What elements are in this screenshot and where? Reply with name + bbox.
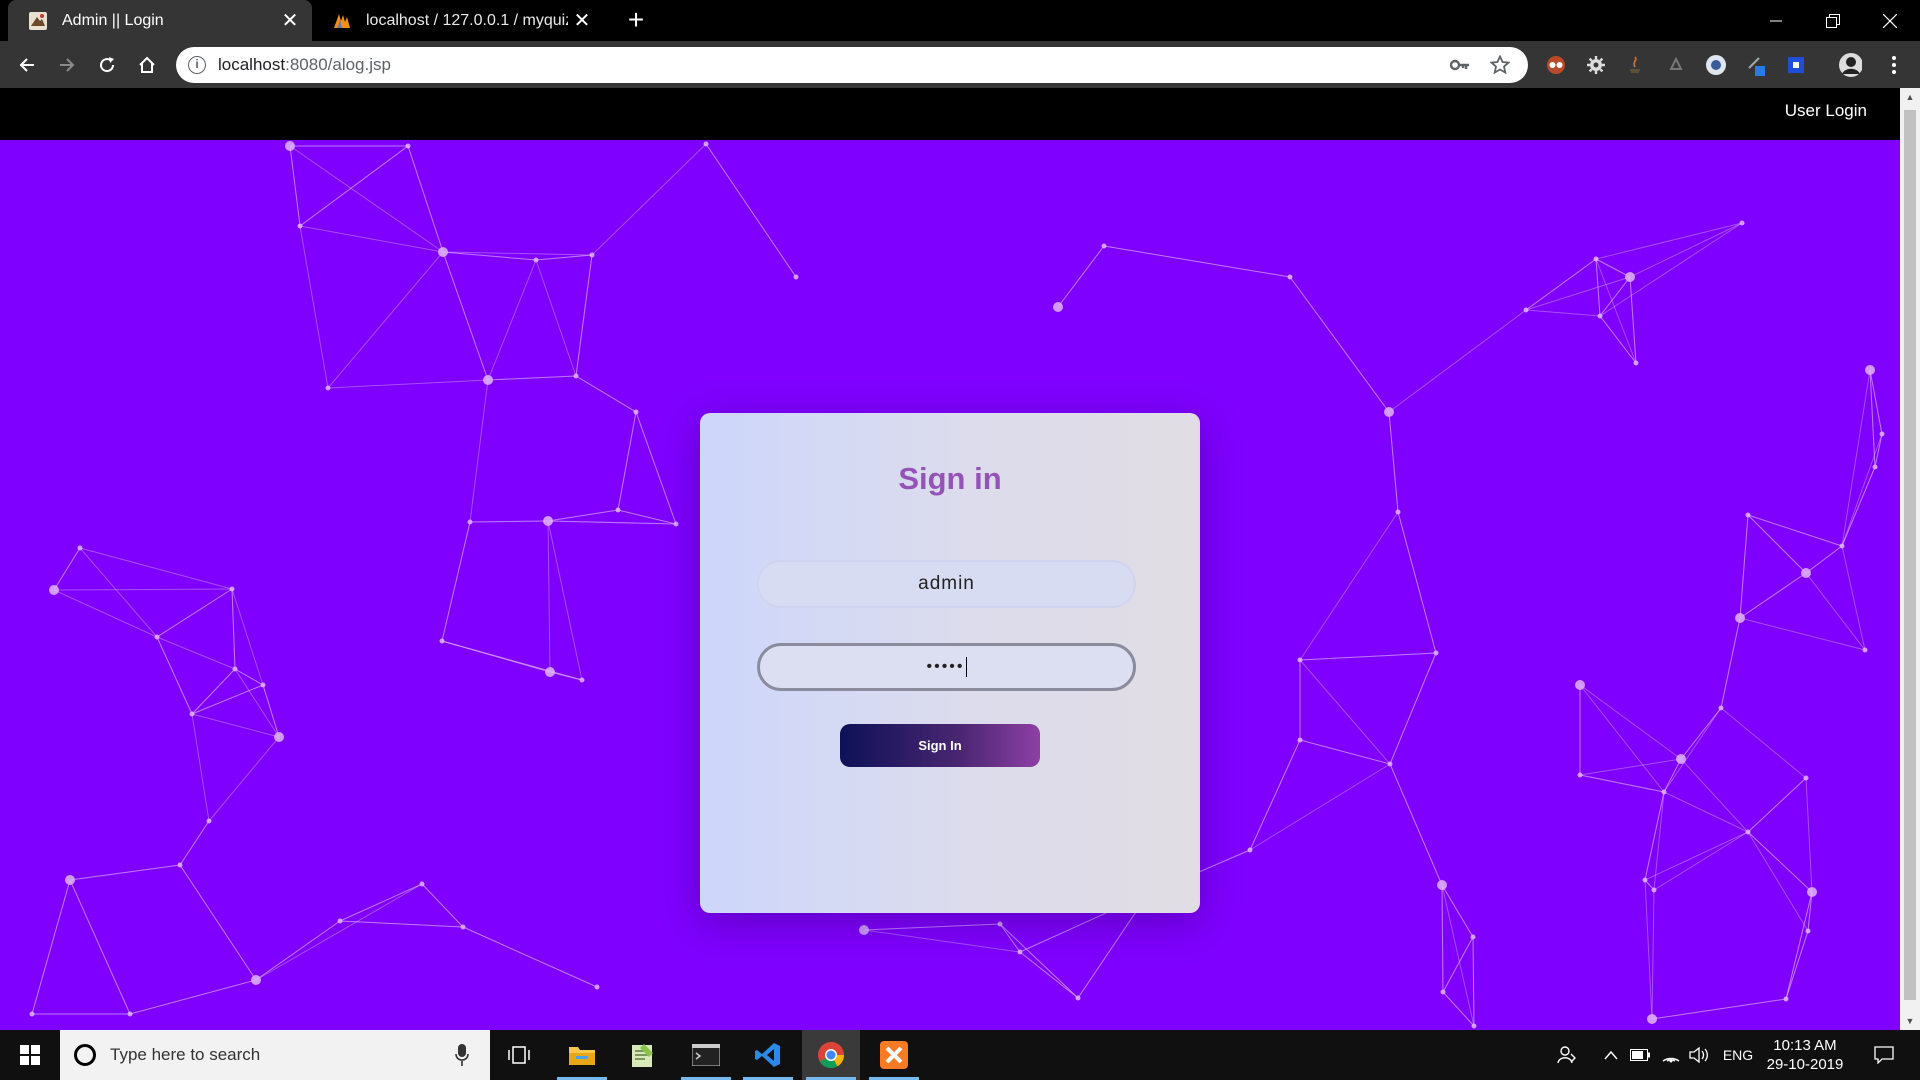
extension-glasses-icon[interactable] — [1544, 53, 1568, 77]
clock-date: 29-10-2019 — [1766, 1056, 1844, 1073]
key-icon[interactable] — [1448, 53, 1472, 77]
sign-in-button[interactable]: Sign In — [840, 724, 1040, 767]
volume-icon[interactable] — [1686, 1030, 1712, 1080]
xampp-icon[interactable] — [865, 1030, 923, 1080]
login-card: Sign in admin ••••• Sign In — [700, 413, 1200, 913]
windows-taskbar: Type here to search ENG 10:13 AM 29-10-2… — [0, 1030, 1920, 1080]
close-window-icon[interactable] — [1860, 0, 1920, 41]
scroll-down-arrow-icon[interactable]: ▼ — [1900, 1012, 1920, 1030]
text-caret — [965, 657, 967, 677]
file-explorer-icon[interactable] — [553, 1030, 611, 1080]
scroll-thumb[interactable] — [1904, 110, 1916, 1000]
browser-tab-strip: Admin || Login ✕ localhost / 127.0.0.1 /… — [0, 0, 1920, 41]
web-page: User Login Sign in admin ••••• Sign In — [0, 88, 1900, 1030]
battery-icon[interactable] — [1627, 1030, 1653, 1080]
password-input[interactable]: ••••• — [757, 643, 1136, 691]
address-bar[interactable]: i localhost:8080/alog.jsp — [176, 47, 1528, 83]
reload-icon[interactable] — [92, 50, 122, 80]
tab-phpmyadmin[interactable]: localhost / 127.0.0.1 / myquiz / u ✕ — [312, 0, 604, 41]
restore-icon[interactable] — [1803, 0, 1863, 41]
forward-icon[interactable] — [52, 50, 82, 80]
taskbar-search-box[interactable]: Type here to search — [60, 1030, 490, 1080]
cortana-icon — [74, 1044, 96, 1066]
terminal-icon[interactable] — [677, 1030, 735, 1080]
site-navbar: User Login — [0, 88, 1900, 140]
windows-start-icon[interactable] — [0, 1030, 60, 1080]
extension-recycle-icon[interactable] — [1664, 53, 1688, 77]
wifi-icon[interactable] — [1658, 1030, 1684, 1080]
browser-menu-icon[interactable] — [1882, 53, 1906, 77]
clock-time: 10:13 AM — [1773, 1037, 1837, 1054]
particle-background: Sign in admin ••••• Sign In — [0, 140, 1900, 1030]
language-indicator[interactable]: ENG — [1718, 1030, 1758, 1080]
show-hidden-icons-chevron-icon[interactable] — [1598, 1030, 1624, 1080]
tab-title: Admin || Login — [62, 11, 164, 29]
site-info-icon[interactable]: i — [188, 56, 206, 74]
phpmyadmin-favicon-icon — [334, 13, 350, 28]
password-dots: ••••• — [926, 658, 965, 675]
back-icon[interactable] — [12, 50, 42, 80]
microphone-icon[interactable] — [448, 1041, 476, 1069]
sign-in-title: Sign in — [898, 461, 1002, 496]
user-login-link[interactable]: User Login — [1785, 101, 1867, 121]
extension-gear-icon[interactable] — [1584, 53, 1608, 77]
scroll-up-arrow-icon[interactable]: ▲ — [1900, 88, 1920, 106]
taskbar-clock[interactable]: 10:13 AM 29-10-2019 — [1760, 1036, 1850, 1074]
new-tab-button[interactable]: + — [622, 6, 650, 34]
site-favicon-icon — [29, 11, 47, 30]
notepad-plus-icon[interactable] — [613, 1030, 671, 1080]
extension-pen-icon[interactable] — [1744, 53, 1768, 77]
bookmark-star-icon[interactable] — [1488, 53, 1512, 77]
people-icon[interactable] — [1552, 1030, 1582, 1080]
close-tab-icon[interactable]: ✕ — [568, 7, 596, 35]
extension-circle-icon[interactable] — [1704, 53, 1728, 77]
tab-title: localhost / 127.0.0.1 / myquiz / u — [366, 11, 568, 29]
profile-avatar-icon[interactable] — [1838, 53, 1862, 77]
chrome-icon[interactable] — [802, 1030, 860, 1080]
extension-java-icon[interactable] — [1624, 53, 1648, 77]
task-view-icon[interactable] — [490, 1030, 548, 1080]
extension-square-icon[interactable] — [1784, 53, 1808, 77]
home-icon[interactable] — [132, 50, 162, 80]
close-tab-icon[interactable]: ✕ — [276, 7, 304, 35]
vscode-icon[interactable] — [739, 1030, 797, 1080]
url-text[interactable]: localhost:8080/alog.jsp — [218, 55, 1448, 75]
notifications-icon[interactable] — [1864, 1030, 1904, 1080]
username-input[interactable]: admin — [757, 560, 1136, 608]
browser-toolbar: i localhost:8080/alog.jsp — [0, 41, 1920, 88]
page-scrollbar[interactable]: ▲ ▼ — [1900, 88, 1920, 1030]
minimize-icon[interactable] — [1746, 0, 1806, 41]
tab-admin-login[interactable]: Admin || Login ✕ — [8, 0, 312, 41]
search-placeholder: Type here to search — [110, 1045, 261, 1064]
